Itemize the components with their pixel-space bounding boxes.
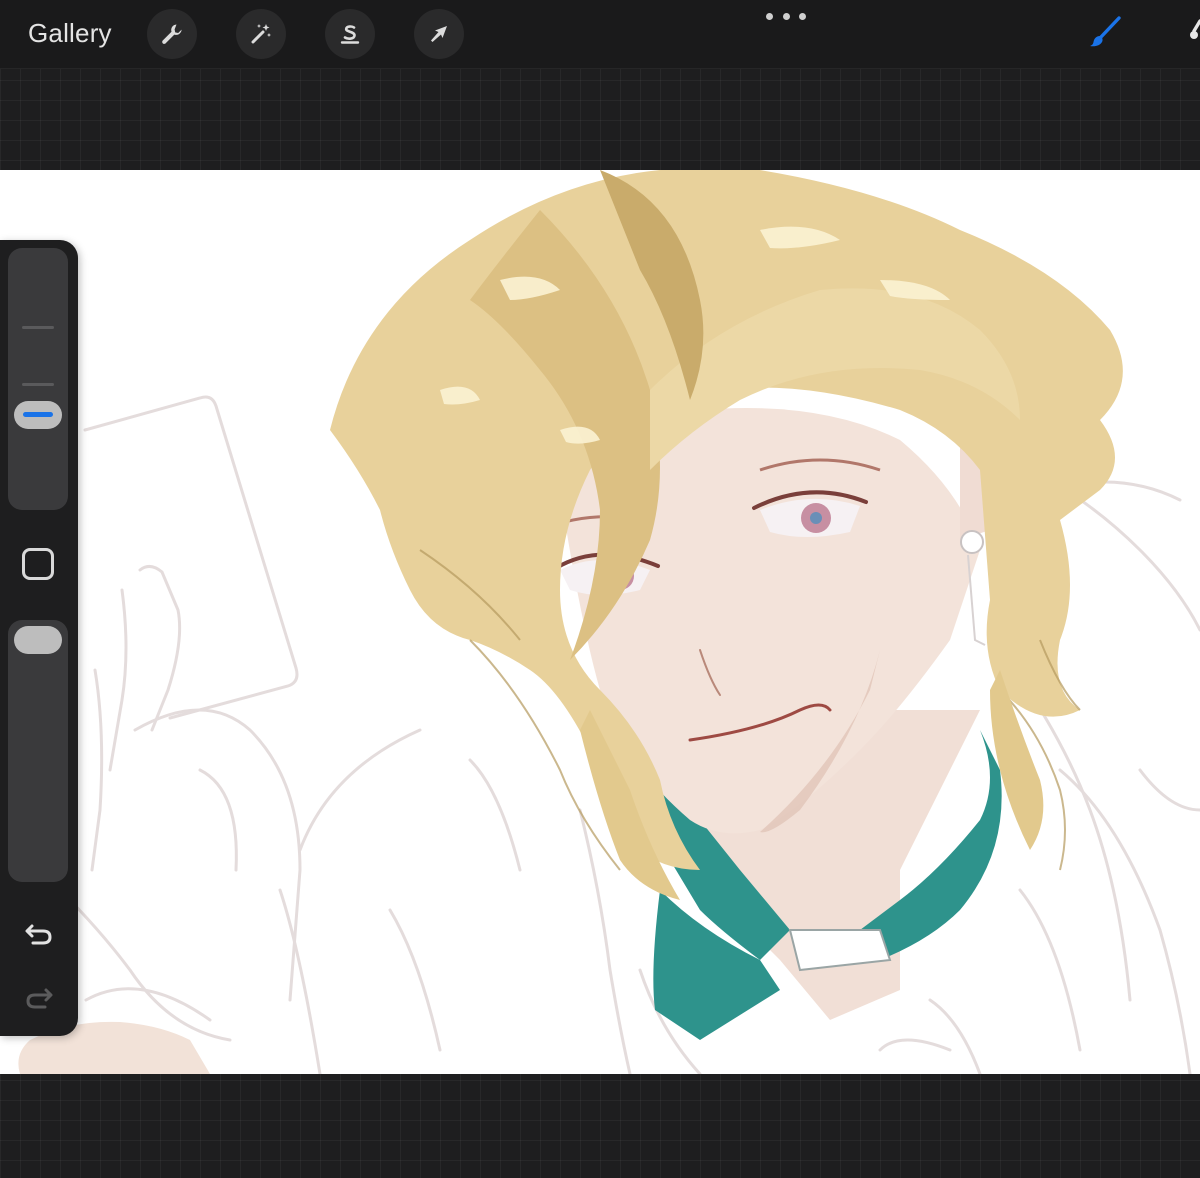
selection-button[interactable] [325,9,375,59]
undo-button[interactable] [20,916,58,950]
brush-size-slider[interactable] [8,248,68,510]
opacity-slider[interactable] [8,620,68,882]
gallery-button[interactable]: Gallery [28,18,112,49]
square-modify-icon[interactable] [22,548,54,580]
wrench-icon [162,24,182,44]
redo-button[interactable] [20,980,58,1014]
more-dots-icon [766,12,773,20]
opacity-thumb[interactable] [14,626,62,654]
smudge-tool-button[interactable] [1178,8,1200,58]
adjustments-button[interactable] [236,9,286,59]
magic-wand-icon [251,24,271,44]
undo-icon [25,924,52,945]
left-sidebar [0,240,78,1036]
drawing-canvas[interactable] [0,170,1200,1074]
brush-icon [1090,16,1121,47]
redo-icon [26,988,53,1009]
top-toolbar: Gallery [0,0,1200,69]
procreate-app: Gallery [0,0,1200,1178]
arrow-cursor-icon [431,26,447,42]
selection-s-icon [340,25,360,44]
more-options-button[interactable] [766,9,806,23]
transform-button[interactable] [414,9,464,59]
size-tick [22,326,54,329]
size-tick [22,383,54,386]
smudge-icon [1190,19,1200,39]
brush-tool-button[interactable] [1080,8,1130,58]
brush-size-thumb[interactable] [14,401,62,429]
earring [960,530,984,554]
actions-button[interactable] [147,9,197,59]
brush-size-indicator [23,412,53,417]
artwork-illustration [18,170,1200,1074]
